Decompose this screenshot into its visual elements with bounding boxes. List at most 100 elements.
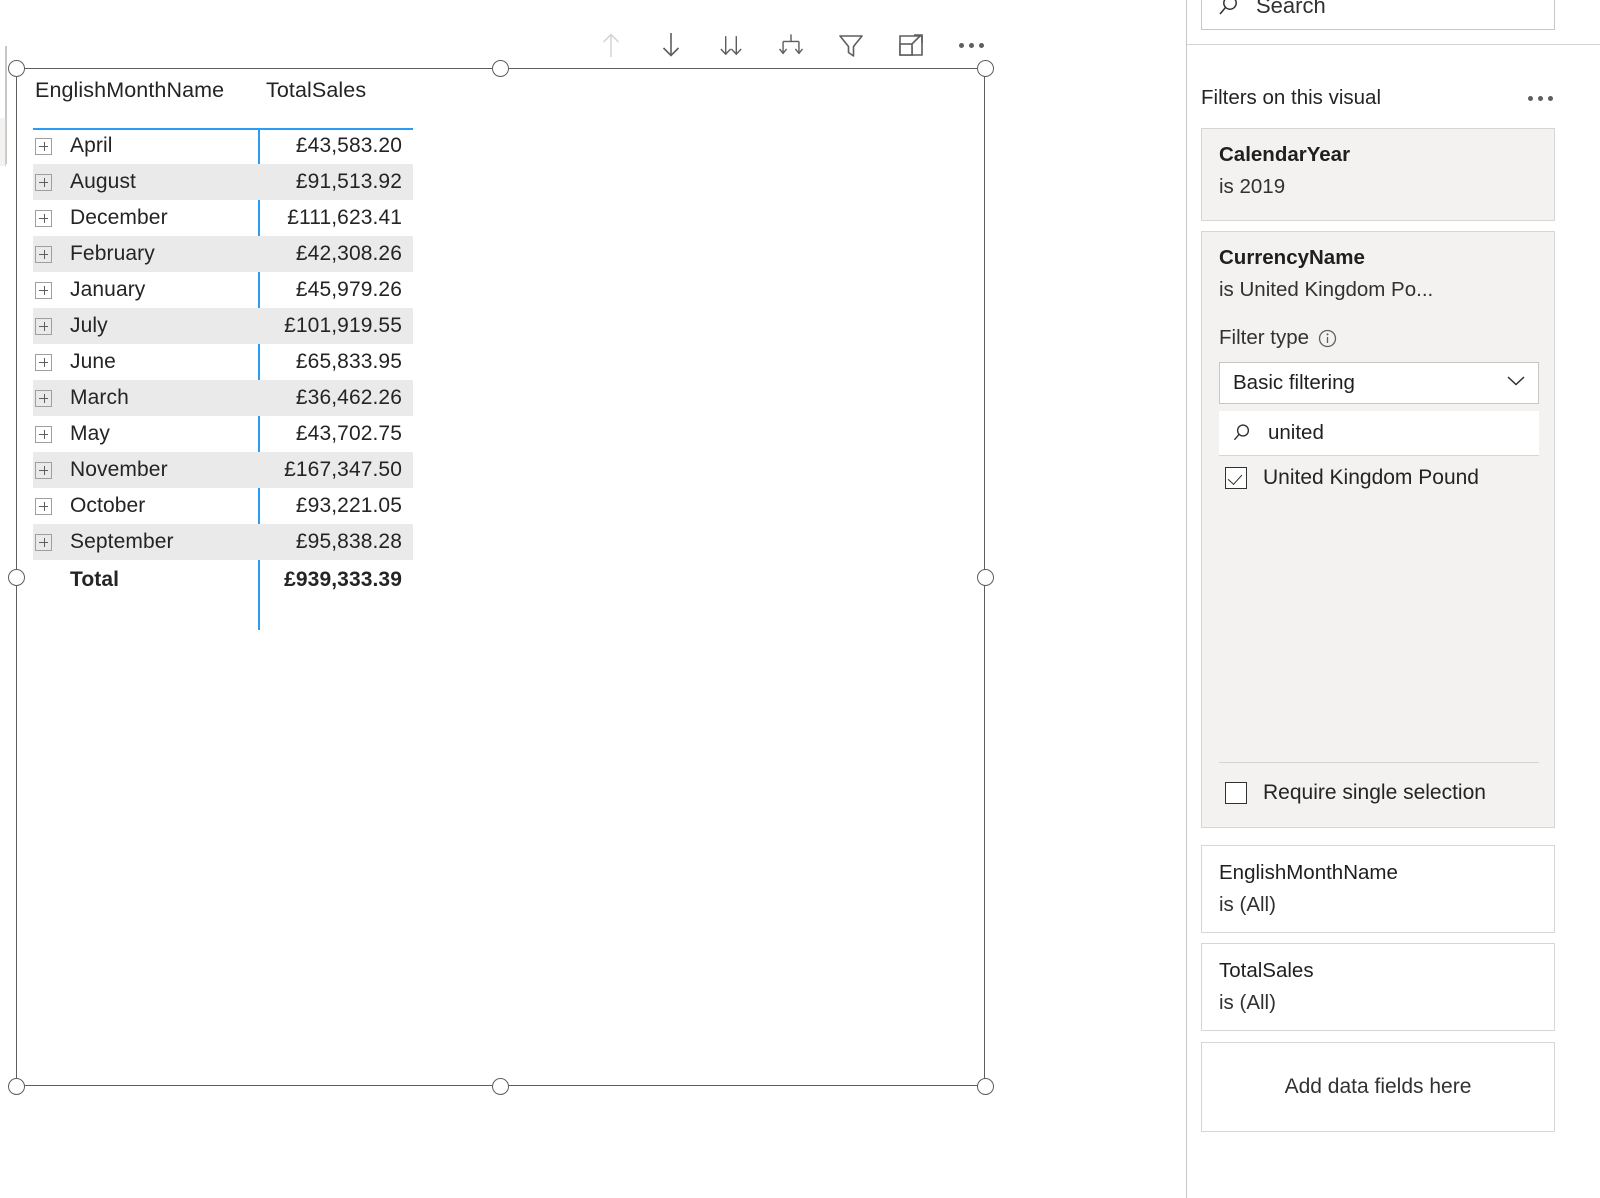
- row-value: £167,347.50: [284, 458, 402, 481]
- expand-all-down-icon[interactable]: [716, 28, 746, 62]
- row-category: May: [33, 422, 258, 446]
- row-category: December: [33, 206, 258, 230]
- filter-icon[interactable]: [836, 28, 866, 62]
- table-row[interactable]: May £43,702.75: [33, 416, 413, 452]
- filter-condition: is (All): [1219, 991, 1276, 1014]
- search-input[interactable]: Search: [1201, 0, 1555, 30]
- row-value: £91,513.92: [295, 170, 402, 193]
- drill-up-icon[interactable]: [596, 28, 626, 62]
- table-row[interactable]: January £45,979.26: [33, 272, 413, 308]
- filter-card-currencyname[interactable]: CurrencyName is United Kingdom Po... Fil…: [1201, 231, 1555, 828]
- table-row[interactable]: June £65,833.95: [33, 344, 413, 380]
- row-value: £36,462.26: [295, 386, 402, 409]
- require-single-selection-row[interactable]: Require single selection: [1219, 773, 1539, 813]
- row-value: £45,979.26: [295, 278, 402, 301]
- filter-values-search-input[interactable]: united: [1219, 411, 1539, 455]
- filter-condition: is United Kingdom Po...: [1219, 278, 1434, 301]
- filter-type-dropdown[interactable]: Basic filtering: [1219, 362, 1539, 404]
- expand-plus-icon[interactable]: [35, 137, 52, 155]
- pane-more-options-icon[interactable]: [1526, 90, 1555, 107]
- resize-handle-bottom-right[interactable]: [976, 1077, 994, 1095]
- drill-down-icon[interactable]: [656, 28, 686, 62]
- search-icon: [1216, 0, 1242, 19]
- table-row[interactable]: September £95,838.28: [33, 524, 413, 560]
- row-category: March: [33, 386, 258, 410]
- expand-plus-icon[interactable]: [35, 425, 52, 443]
- table-row[interactable]: February £42,308.26: [33, 236, 413, 272]
- table-row[interactable]: April £43,583.20: [33, 128, 413, 164]
- row-label: August: [70, 170, 136, 193]
- report-canvas: EnglishMonthName TotalSales April £43,58…: [0, 0, 1186, 1198]
- total-label: Total: [70, 568, 120, 591]
- resize-handle-bottom-left[interactable]: [7, 1077, 25, 1095]
- row-value: £65,833.95: [295, 350, 402, 373]
- dot: [1548, 95, 1553, 101]
- dot: [1528, 95, 1533, 101]
- resize-handle-top-center[interactable]: [492, 59, 509, 77]
- list-item[interactable]: United Kingdom Pound: [1219, 456, 1539, 500]
- expand-plus-icon[interactable]: [35, 317, 52, 335]
- filter-card-englishmonthname[interactable]: EnglishMonthName is (All): [1201, 845, 1555, 933]
- left-panel-edge-lower: [0, 118, 6, 166]
- power-bi-report-view: EnglishMonthName TotalSales April £43,58…: [0, 0, 1600, 1198]
- row-label: December: [70, 206, 168, 229]
- filter-field-name: EnglishMonthName: [1219, 861, 1398, 884]
- table-row[interactable]: October £93,221.05: [33, 488, 413, 524]
- expand-plus-icon[interactable]: [35, 245, 52, 263]
- table-row[interactable]: July £101,919.55: [33, 308, 413, 344]
- matrix-header-row: EnglishMonthName TotalSales: [33, 78, 413, 124]
- expand-plus-icon[interactable]: [35, 461, 52, 479]
- row-value: £43,702.75: [295, 422, 402, 445]
- row-label: July: [70, 314, 108, 337]
- table-row[interactable]: November £167,347.50: [33, 452, 413, 488]
- resize-handle-middle-right[interactable]: [976, 568, 994, 586]
- row-category: January: [33, 278, 258, 302]
- resize-handle-top-right[interactable]: [976, 59, 994, 77]
- column-header-englishmonthname[interactable]: EnglishMonthName: [33, 78, 258, 103]
- expand-plus-icon[interactable]: [35, 533, 52, 551]
- filter-card-totalsales[interactable]: TotalSales is (All): [1201, 943, 1555, 1031]
- resize-handle-middle-left[interactable]: [7, 568, 25, 586]
- more-options-icon[interactable]: [956, 42, 987, 48]
- filter-values-search-text: united: [1268, 421, 1324, 444]
- matrix-visual[interactable]: EnglishMonthName TotalSales April £43,58…: [33, 78, 413, 630]
- row-label: January: [70, 278, 146, 301]
- checkbox-checked-icon[interactable]: [1225, 467, 1247, 489]
- row-value: £43,583.20: [295, 134, 402, 157]
- expand-plus-icon[interactable]: [35, 281, 52, 299]
- expand-plus-icon[interactable]: [35, 389, 52, 407]
- info-icon[interactable]: [1318, 329, 1337, 348]
- expand-hierarchy-icon[interactable]: [776, 28, 806, 62]
- resize-handle-bottom-center[interactable]: [492, 1077, 509, 1095]
- focus-mode-icon[interactable]: [896, 28, 926, 62]
- add-data-fields-dropzone[interactable]: Add data fields here: [1201, 1042, 1555, 1132]
- filter-field-name: TotalSales: [1219, 959, 1314, 982]
- table-row[interactable]: December £111,623.41: [33, 200, 413, 236]
- checkbox-unchecked-icon[interactable]: [1225, 782, 1247, 804]
- page-title: Filters on this visual: [1201, 86, 1382, 109]
- row-value: £93,221.05: [295, 494, 402, 517]
- total-label-cell: Total: [33, 568, 258, 592]
- table-row[interactable]: March £36,462.26: [33, 380, 413, 416]
- chevron-down-icon: [1506, 374, 1526, 392]
- dot: [1538, 95, 1543, 101]
- row-category: April: [33, 134, 258, 158]
- expand-plus-icon[interactable]: [35, 497, 52, 515]
- row-label: November: [70, 458, 168, 481]
- expand-plus-icon[interactable]: [35, 209, 52, 227]
- filter-type-label-row: Filter type: [1202, 326, 1554, 350]
- row-value: £95,838.28: [295, 530, 402, 553]
- column-header-totalsales[interactable]: TotalSales: [258, 78, 413, 103]
- resize-handle-top-left[interactable]: [7, 59, 25, 77]
- expand-plus-icon[interactable]: [35, 353, 52, 371]
- filter-field-name: CalendarYear: [1219, 143, 1351, 166]
- row-value: £42,308.26: [295, 242, 402, 265]
- table-total-row[interactable]: Total £939,333.39: [33, 560, 413, 600]
- filter-card-calendaryear[interactable]: CalendarYear is 2019: [1201, 128, 1555, 221]
- row-value: £111,623.41: [287, 206, 402, 229]
- expand-plus-icon[interactable]: [35, 173, 52, 191]
- row-category: November: [33, 458, 258, 482]
- row-label: March: [70, 386, 129, 409]
- row-category: August: [33, 170, 258, 194]
- table-row[interactable]: August £91,513.92: [33, 164, 413, 200]
